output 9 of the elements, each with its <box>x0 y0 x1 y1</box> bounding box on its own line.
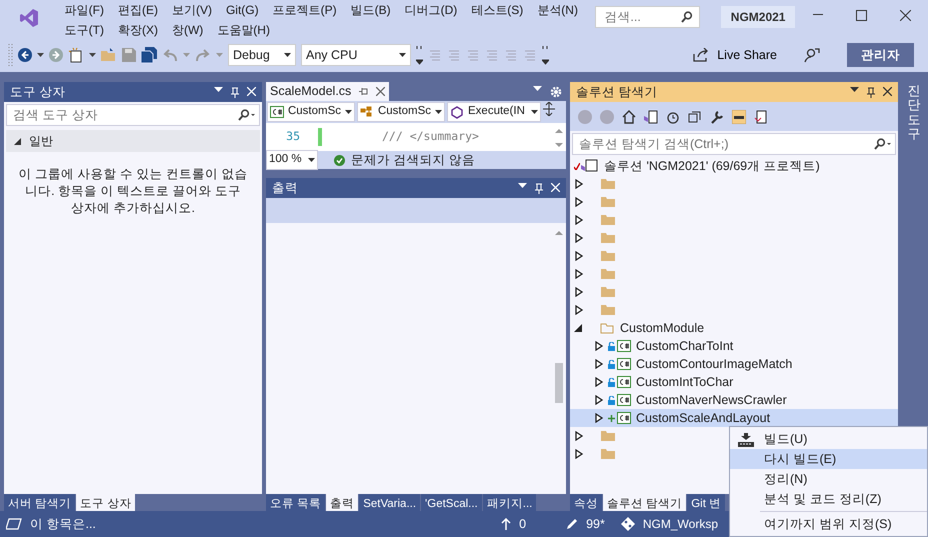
solution-name: NGM2021 <box>720 6 796 28</box>
code-line: /// </summary> <box>382 128 479 146</box>
panel-title: 출력 <box>272 180 298 197</box>
issues-status: 문제가 검색되지 않음 <box>351 152 475 169</box>
line-number: 35 <box>285 128 301 146</box>
empty-group-message: 이 그룹에 사용할 수 있는 컨트롤이 없습니다. 항목을 이 텍스트로 끌어와 도구 상자에 추가하십시오. <box>18 166 248 217</box>
panel-title: 솔루션 탐색기 <box>576 84 658 101</box>
status-message: 이 항목은... <box>30 516 96 533</box>
panel-title: 도구 상자 <box>10 84 66 101</box>
